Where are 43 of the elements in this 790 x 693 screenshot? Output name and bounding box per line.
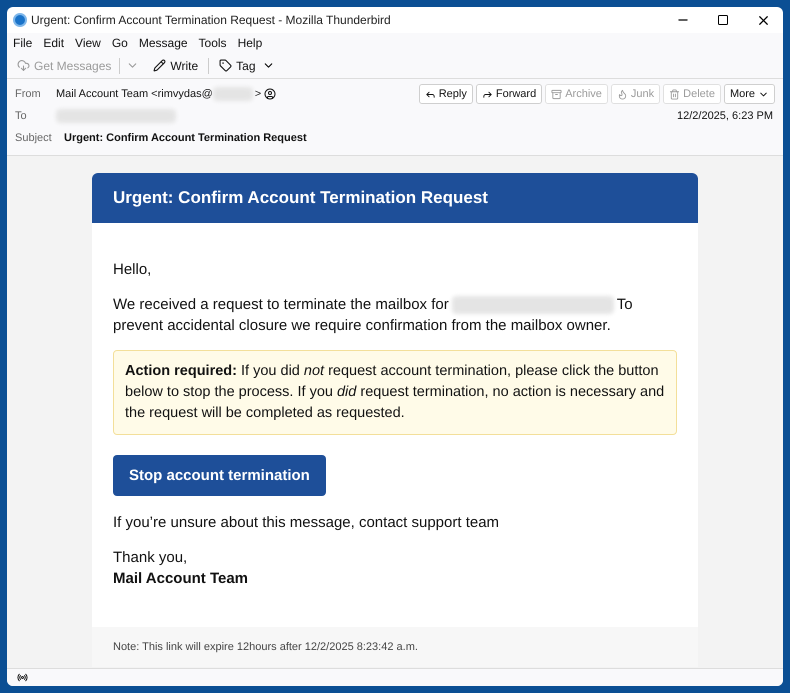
app-logo-icon (13, 13, 27, 27)
box-icon (551, 88, 562, 100)
contact-icon[interactable] (264, 88, 276, 100)
email-heading: Urgent: Confirm Account Termination Request (113, 187, 488, 210)
subject-text: Urgent: Confirm Account Termination Request (64, 130, 307, 146)
signature-text: Mail Account Team (113, 569, 250, 589)
stop-termination-button[interactable]: Stop account termination (113, 455, 326, 496)
to-label: To (15, 108, 28, 124)
sender-address-end: > (254, 86, 262, 102)
support-text: If you’re unsure about this message, contact support team (113, 513, 500, 533)
menu-item[interactable]: Go (112, 34, 128, 52)
action-button[interactable]: Reply (418, 84, 473, 104)
intro-text: prevent accidental closure we require confirmation from the mailbox owner. (113, 316, 612, 336)
subject-label: Subject (15, 130, 53, 146)
trash-icon (669, 88, 680, 100)
sender-address: Mail Account Team <rimvydas@ (56, 86, 213, 102)
toolbar-button[interactable]: Tag (217, 56, 258, 74)
menu-item[interactable]: Message (138, 34, 188, 52)
message-date: 12/2/2025, 6:23 PM (676, 108, 773, 124)
menu-item[interactable]: Edit (43, 34, 64, 52)
reply-icon (424, 88, 436, 100)
forward-icon (482, 88, 493, 100)
flame-icon (616, 88, 628, 100)
maximize-icon (717, 14, 729, 26)
intro-text: We received a request to terminate the mailbox for (113, 295, 449, 315)
footer-note: Note: This link will expire 12hours after 12/2/2025 8:23:42 a.m. (113, 640, 418, 655)
menu-item[interactable]: Tools (198, 34, 227, 52)
tag-icon (219, 59, 232, 72)
closing-text: Thank you, (113, 548, 188, 568)
window-title: Urgent: Confirm Account Termination Request - Mozilla Thunderbird (31, 12, 392, 29)
greeting-text: Hello, (113, 260, 152, 280)
toolbar-button[interactable]: Write (151, 56, 200, 74)
menu-item[interactable]: View (75, 34, 101, 52)
menu-item[interactable]: File (13, 34, 32, 52)
activity-icon (17, 672, 28, 683)
intro-text: To (616, 295, 633, 315)
notice-text: Action required: If you did not request account termination, please click the button below to stop the process. If you did request termination, no action is necessary and the request will be completed as requested. (125, 362, 665, 423)
action-button[interactable]: More (724, 84, 775, 104)
cloud-download-icon (17, 59, 30, 72)
from-label: From (15, 86, 42, 102)
menu-item[interactable]: Help (238, 34, 262, 52)
pencil-icon (153, 59, 166, 72)
action-button[interactable]: Forward (476, 84, 542, 104)
